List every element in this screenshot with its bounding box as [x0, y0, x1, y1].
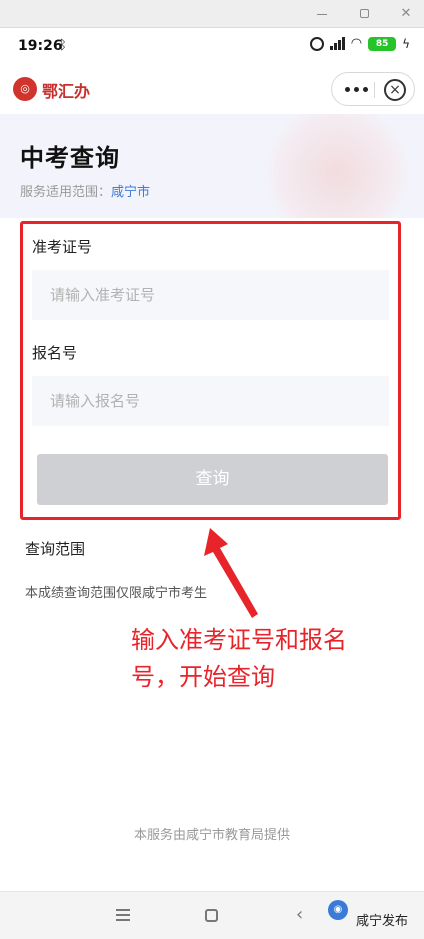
annotation-arrow-icon: [204, 528, 258, 618]
query-button[interactable]: 查询: [37, 454, 388, 505]
maximize-button[interactable]: [355, 4, 375, 24]
query-scope-text: 本成绩查询范围仅限咸宁市考生: [25, 586, 208, 601]
banner-seal-decoration: [262, 114, 412, 218]
registration-number-label: 报名号: [32, 344, 78, 362]
alarm-icon: [309, 36, 324, 51]
bluetooth-icon: ᛒ: [59, 38, 67, 53]
home-icon[interactable]: [205, 909, 218, 922]
mini-program-capsule: ×: [331, 72, 415, 106]
status-icons: ◠ 85 ϟ: [309, 36, 410, 51]
more-options-icon[interactable]: [342, 81, 370, 97]
wifi-icon: ◠: [350, 36, 363, 51]
annotation-line-2: 号，开始查询: [131, 663, 275, 691]
exam-number-label: 准考证号: [32, 238, 93, 256]
minimize-icon: [317, 14, 327, 15]
service-provider-footer: 本服务由咸宁市教育局提供: [133, 828, 290, 843]
capsule-divider: [374, 82, 375, 98]
service-scope: 服务适用范围：咸宁市: [20, 181, 150, 200]
battery-icon: 85: [368, 36, 397, 51]
status-bar: 19:26 ᛒ ◠ 85 ϟ: [0, 28, 424, 66]
annotation-line-1: 输入准考证号和报名: [131, 626, 347, 654]
maximize-icon: [360, 9, 369, 18]
back-icon[interactable]: ‹: [296, 904, 303, 925]
query-form: 准考证号 报名号 查询: [20, 218, 400, 522]
page-title: 中考查询: [20, 144, 120, 172]
query-scope-title: 查询范围: [25, 540, 86, 558]
minimize-button[interactable]: [312, 4, 332, 24]
app-screen: ✕ 19:26 ᛒ ◠ 85 ϟ ◎ 鄂汇办 × 中考查询 服务适用范围：咸宁市…: [0, 0, 424, 939]
annotation-text: 输入准考证号和报名 号，开始查询: [131, 622, 391, 696]
close-mini-program-icon[interactable]: ×: [384, 79, 406, 101]
service-scope-label: 服务适用范围：: [20, 185, 112, 200]
app-header: ◎ 鄂汇办 ×: [0, 66, 424, 114]
status-time: 19:26: [18, 38, 63, 54]
watermark-logo-icon: ◉: [328, 900, 348, 920]
service-scope-value: 咸宁市: [111, 185, 151, 200]
registration-number-input[interactable]: [32, 376, 389, 426]
charging-icon: ϟ: [402, 36, 410, 51]
recent-apps-icon[interactable]: [116, 909, 130, 921]
window-title-bar: ✕: [0, 0, 424, 28]
app-logo-icon: ◎: [13, 77, 37, 101]
exam-number-input[interactable]: [32, 270, 389, 320]
window-close-button[interactable]: ✕: [396, 4, 416, 24]
app-logo-text: 鄂汇办: [42, 82, 91, 101]
page-banner: 中考查询 服务适用范围：咸宁市: [0, 114, 424, 218]
signal-icon: [329, 37, 345, 50]
watermark-text: 咸宁发布: [356, 914, 409, 929]
